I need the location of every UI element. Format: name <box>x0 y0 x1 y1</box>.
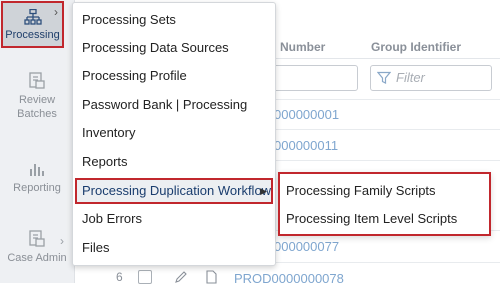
menu-item-processing-profile[interactable]: Processing Profile <box>75 63 273 89</box>
menu-item-processing-data-sources[interactable]: Processing Data Sources <box>75 35 273 61</box>
control-number-link[interactable]: 000000001 <box>274 107 339 122</box>
case-admin-icon <box>29 230 45 247</box>
processing-menu: Processing Sets Processing Data Sources … <box>72 2 276 266</box>
duplication-workflow-submenu: Processing Family Scripts Processing Ite… <box>278 172 491 236</box>
caret-right-icon: ▶ <box>260 186 267 196</box>
submenu-item-item-level-scripts[interactable]: Processing Item Level Scripts <box>286 206 485 232</box>
nav-rail: › Processing Review Batches Reporting › <box>0 0 75 283</box>
submenu-item-family-scripts[interactable]: Processing Family Scripts <box>286 178 485 204</box>
menu-item-inventory[interactable]: Inventory <box>75 120 273 146</box>
chevron-right-icon: › <box>60 234 64 248</box>
column-header-number[interactable]: Number <box>280 36 325 58</box>
nav-label: Case Admin <box>7 252 67 264</box>
menu-item-processing-sets[interactable]: Processing Sets <box>75 7 273 33</box>
control-number-link[interactable]: 000000011 <box>274 138 338 153</box>
menu-item-reports[interactable]: Reports <box>75 149 273 175</box>
menu-item-label: Processing Duplication Workflow <box>82 183 272 198</box>
nav-item-case-admin[interactable]: › Case Admin <box>0 230 74 265</box>
nav-label: Reporting <box>13 182 61 194</box>
edit-icon[interactable] <box>174 270 188 284</box>
column-header-group-identifier[interactable]: Group Identifier <box>371 36 461 58</box>
menu-item-processing-duplication-workflow[interactable]: Processing Duplication Workflow ▶ <box>75 178 273 204</box>
menu-item-job-errors[interactable]: Job Errors <box>75 206 273 232</box>
nav-item-processing[interactable]: › Processing <box>1 1 64 48</box>
control-number-link[interactable]: 000000077 <box>274 239 339 254</box>
filter-icon <box>377 71 391 84</box>
nav-label: Review Batches <box>17 94 57 120</box>
row-number: 6 <box>116 270 123 284</box>
menu-item-password-bank[interactable]: Password Bank | Processing <box>75 92 273 118</box>
group-identifier-filter-input[interactable]: Filter <box>370 65 492 91</box>
batches-icon <box>29 72 45 89</box>
document-icon[interactable] <box>204 270 218 284</box>
sitemap-icon <box>23 9 42 25</box>
bar-chart-icon <box>30 164 44 176</box>
row-checkbox[interactable] <box>138 270 152 284</box>
nav-item-reporting[interactable]: Reporting <box>0 160 74 195</box>
nav-label: Processing <box>5 29 60 41</box>
control-number-link[interactable]: PROD0000000078 <box>234 271 344 286</box>
chevron-right-icon: › <box>54 5 58 19</box>
nav-item-review-batches[interactable]: Review Batches <box>0 72 74 121</box>
filter-placeholder: Filter <box>396 70 425 85</box>
menu-item-files[interactable]: Files <box>75 235 273 261</box>
